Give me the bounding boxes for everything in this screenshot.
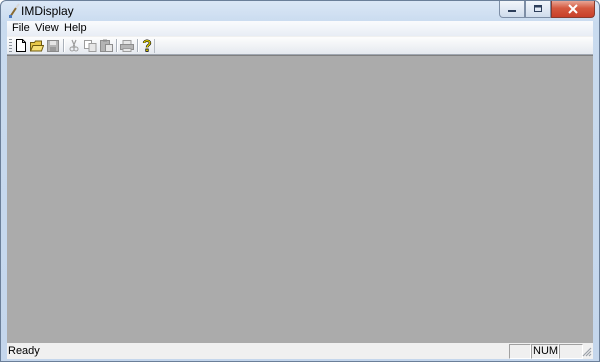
status-bar: Ready NUM [7, 343, 593, 359]
caption-buttons [499, 1, 595, 18]
print-button[interactable] [119, 38, 135, 53]
status-pane-scroll [559, 344, 583, 359]
status-pane-caps [509, 344, 531, 359]
print-icon [120, 39, 134, 52]
toolbar-grip[interactable] [9, 39, 12, 52]
toolbar [7, 37, 593, 55]
application-window: IMDisplay File View Help Ready NUM [0, 0, 600, 362]
menu-help[interactable]: Help [64, 22, 87, 34]
resize-grip-icon[interactable] [581, 346, 592, 357]
save-button[interactable] [45, 38, 61, 53]
copy-button[interactable] [82, 38, 98, 53]
open-button[interactable] [29, 38, 45, 53]
status-pane-num: NUM [531, 344, 559, 359]
maximize-button[interactable] [525, 1, 551, 18]
toolbar-separator [116, 39, 118, 52]
app-icon[interactable] [7, 3, 21, 19]
title-bar[interactable]: IMDisplay [1, 1, 599, 21]
cut-button[interactable] [66, 38, 82, 53]
about-button[interactable] [139, 38, 155, 53]
toolbar-separator [63, 39, 65, 52]
minimize-icon [508, 10, 516, 12]
paste-button[interactable] [98, 38, 114, 53]
minimize-button[interactable] [499, 1, 525, 18]
save-icon [47, 39, 59, 52]
menu-file[interactable]: File [12, 22, 30, 34]
new-button[interactable] [13, 38, 29, 53]
status-text: Ready [8, 345, 40, 357]
close-button[interactable] [551, 1, 595, 18]
maximize-icon [534, 5, 542, 12]
menu-bar: File View Help [7, 21, 593, 36]
close-icon [568, 4, 578, 14]
menu-view[interactable]: View [35, 22, 59, 34]
mdi-workspace[interactable] [7, 55, 593, 344]
help-icon [142, 39, 152, 52]
copy-icon [83, 39, 96, 52]
cut-icon [69, 39, 79, 52]
window-title: IMDisplay [21, 4, 74, 18]
client-area: File View Help Ready NUM [7, 21, 593, 359]
new-document-icon [16, 39, 26, 52]
open-folder-icon [30, 40, 44, 51]
paste-icon [99, 39, 113, 52]
toolbar-end [154, 39, 155, 53]
